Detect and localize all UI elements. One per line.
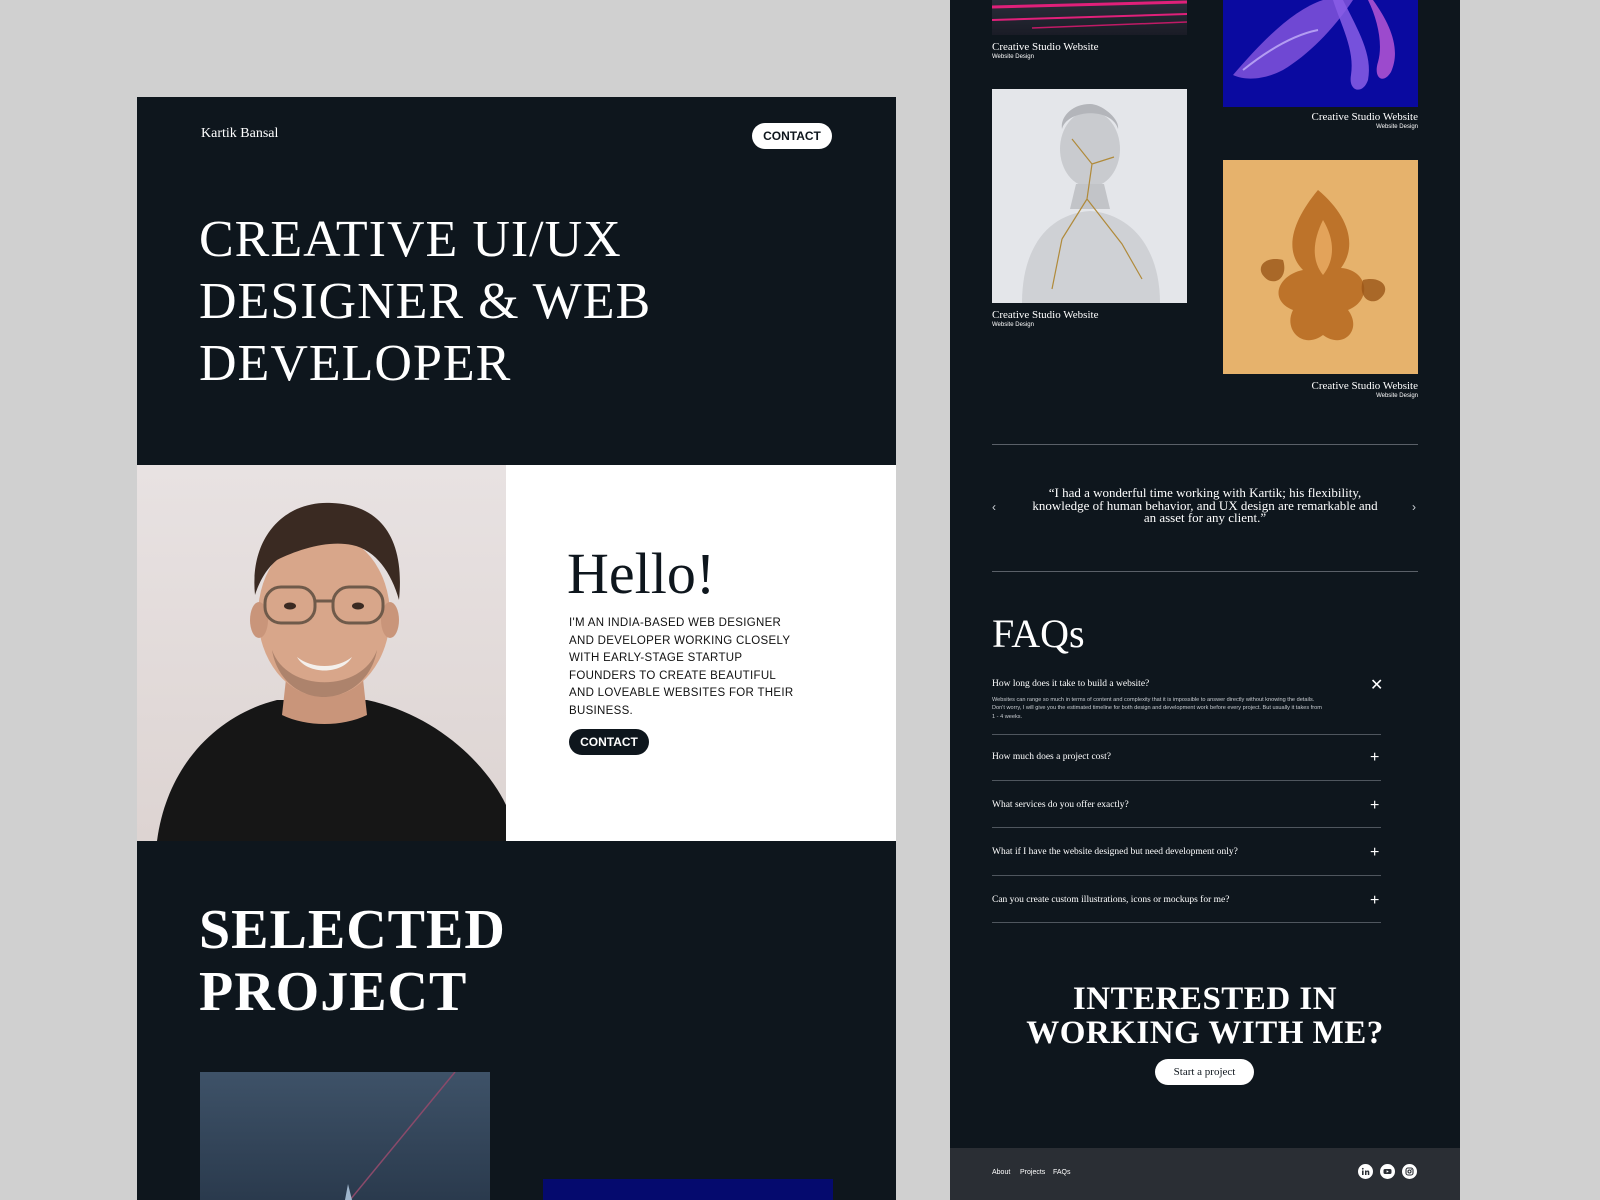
project-card-title: Creative Studio Website [992,309,1099,321]
project-card-subtitle: Website Design [1376,393,1418,399]
portrait-photo [137,465,506,841]
instagram-icon[interactable] [1402,1164,1417,1179]
nav-contact-button[interactable]: CONTACT [752,123,832,149]
divider [992,780,1381,781]
project-card[interactable] [992,0,1187,35]
project-thumbnail-pyramid[interactable] [200,1072,490,1200]
project-card[interactable] [1223,0,1418,107]
hello-section: Hello! I'M AN INDIA-BASED WEB DESIGNER A… [506,465,896,841]
linkedin-icon[interactable] [1358,1164,1373,1179]
project-card-title: Creative Studio Website [1311,111,1418,123]
testimonial-quote: “I had a wonderful time working with Kar… [1032,485,1378,525]
faq-question[interactable]: How long does it take to build a website… [992,679,1149,689]
left-page-preview: Kartik Bansal CONTACT CREATIVE UI/UX DES… [137,97,896,1200]
plus-icon[interactable]: + [1370,893,1379,909]
project-card[interactable] [1223,160,1418,374]
faq-question[interactable]: How much does a project cost? [992,752,1111,762]
faq-answer: Websites can range so much in terms of c… [992,697,1322,720]
plus-icon[interactable]: + [1370,845,1379,861]
hero-title: CREATIVE UI/UX DESIGNER & WEB DEVELOPER [199,211,652,392]
footer-link-faqs[interactable]: FAQs [1053,1169,1071,1176]
project-card[interactable] [992,89,1187,303]
brand-name[interactable]: Kartik Bansal [201,126,278,142]
cta-title: INTERESTED IN WORKING WITH ME? [1026,981,1384,1051]
project-card-subtitle: Website Design [992,322,1034,328]
plus-icon[interactable]: + [1370,798,1379,814]
hello-description: I'M AN INDIA-BASED WEB DESIGNER AND DEVE… [569,617,794,717]
selected-project-title: SELECTED PROJECT [199,899,506,1023]
divider [992,571,1418,572]
footer: About Projects FAQs [950,1148,1460,1200]
faq-question[interactable]: What if I have the website designed but … [992,847,1238,857]
faq-title: FAQs [992,611,1085,656]
plus-icon[interactable]: + [1370,750,1379,766]
chevron-right-icon[interactable]: › [1412,500,1416,514]
close-icon[interactable]: ✕ [1370,678,1383,694]
start-project-button[interactable]: Start a project [1155,1059,1254,1085]
project-card-subtitle: Website Design [1376,124,1418,130]
footer-link-about[interactable]: About [992,1169,1010,1176]
faq-question[interactable]: What services do you offer exactly? [992,800,1129,810]
divider [992,444,1418,445]
project-card-subtitle: Website Design [992,54,1034,60]
youtube-icon[interactable] [1380,1164,1395,1179]
divider [992,922,1381,923]
hello-contact-button[interactable]: CONTACT [569,729,649,755]
faq-question[interactable]: Can you create custom illustrations, ico… [992,895,1229,905]
project-thumbnail-blue[interactable] [543,1179,833,1200]
divider [992,875,1381,876]
project-card-title: Creative Studio Website [1311,380,1418,392]
divider [992,827,1381,828]
divider [992,734,1381,735]
hello-title: Hello! [567,541,716,606]
project-card-title: Creative Studio Website [992,41,1099,53]
footer-link-projects[interactable]: Projects [1020,1169,1045,1176]
chevron-left-icon[interactable]: ‹ [992,500,996,514]
right-page-preview: Creative Studio Website Website Design C… [950,0,1460,1200]
